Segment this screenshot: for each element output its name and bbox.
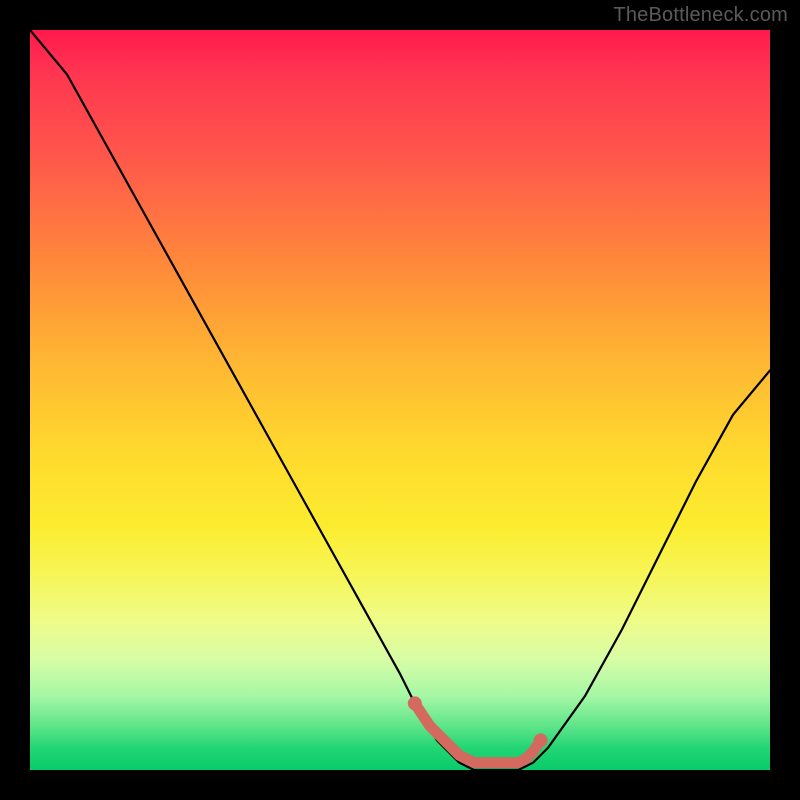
watermark-label: TheBottleneck.com	[613, 4, 788, 27]
optimal-band-endpoint	[408, 696, 422, 710]
optimal-band-endpoint	[534, 733, 548, 747]
optimal-band-markers	[408, 696, 548, 762]
plot-area	[30, 30, 770, 770]
bottleneck-curve	[30, 30, 770, 770]
chart-svg	[30, 30, 770, 770]
chart-frame: TheBottleneck.com	[0, 0, 800, 800]
optimal-band-line	[415, 703, 541, 762]
